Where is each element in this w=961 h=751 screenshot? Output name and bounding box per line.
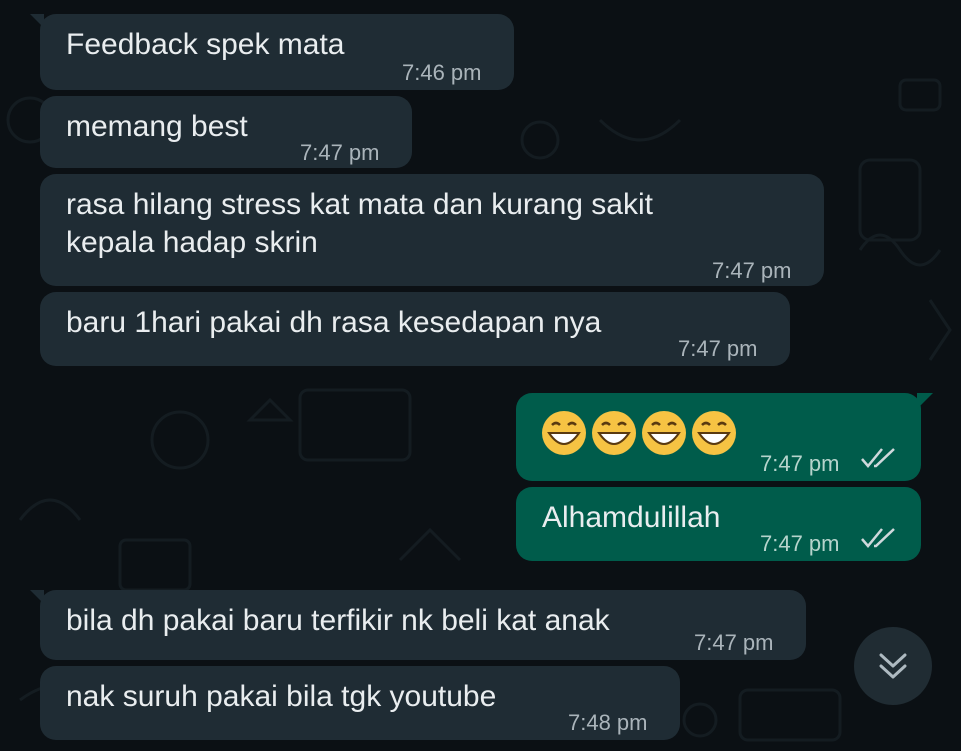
incoming-message[interactable]: Feedback spek mata 7:46 pm (30, 14, 514, 90)
message-timestamp: 7:47 pm (712, 258, 792, 283)
bubble-tail (30, 14, 44, 28)
scroll-to-bottom-button[interactable] (854, 627, 932, 705)
message-timestamp: 7:47 pm (678, 336, 758, 361)
message-text: Alhamdulillah (542, 501, 721, 534)
incoming-message[interactable]: nak suruh pakai bila tgk youtube 7:48 pm (40, 666, 680, 740)
double-check-read-icon (861, 528, 895, 548)
message-text: Feedback spek mata (66, 28, 345, 61)
message-timestamp: 7:47 pm (694, 630, 774, 655)
outgoing-message[interactable]: 😁😁😁😁 (516, 393, 933, 481)
outgoing-message[interactable]: Alhamdulillah 7:47 pm (516, 487, 921, 561)
message-text: baru 1hari pakai dh rasa kesedapan nya (66, 306, 602, 339)
message-timestamp: 7:48 pm (568, 710, 648, 735)
message-text: bila dh pakai baru terfikir nk beli kat … (66, 604, 610, 637)
grinning-face-emoji-icon (542, 411, 736, 455)
incoming-message[interactable]: baru 1hari pakai dh rasa kesedapan nya 7… (40, 292, 790, 366)
message-timestamp: 7:47 pm (760, 531, 840, 556)
message-text: memang best (66, 110, 248, 143)
incoming-message[interactable]: bila dh pakai baru terfikir nk beli kat … (30, 590, 806, 660)
double-check-read-icon (861, 448, 895, 468)
message-timestamp: 7:46 pm (402, 60, 482, 85)
message-text: rasa hilang stress kat mata dan kurang s… (66, 188, 653, 259)
message-timestamp: 7:47 pm (760, 451, 840, 476)
incoming-message[interactable]: rasa hilang stress kat mata dan kurang s… (40, 174, 824, 286)
bubble-tail (30, 590, 44, 604)
incoming-message[interactable]: memang best 7:47 pm (40, 96, 412, 168)
message-text: nak suruh pakai bila tgk youtube (66, 680, 497, 713)
message-timestamp: 7:47 pm (300, 140, 380, 165)
bubble-tail (917, 393, 933, 409)
double-chevron-down-icon (879, 653, 907, 679)
